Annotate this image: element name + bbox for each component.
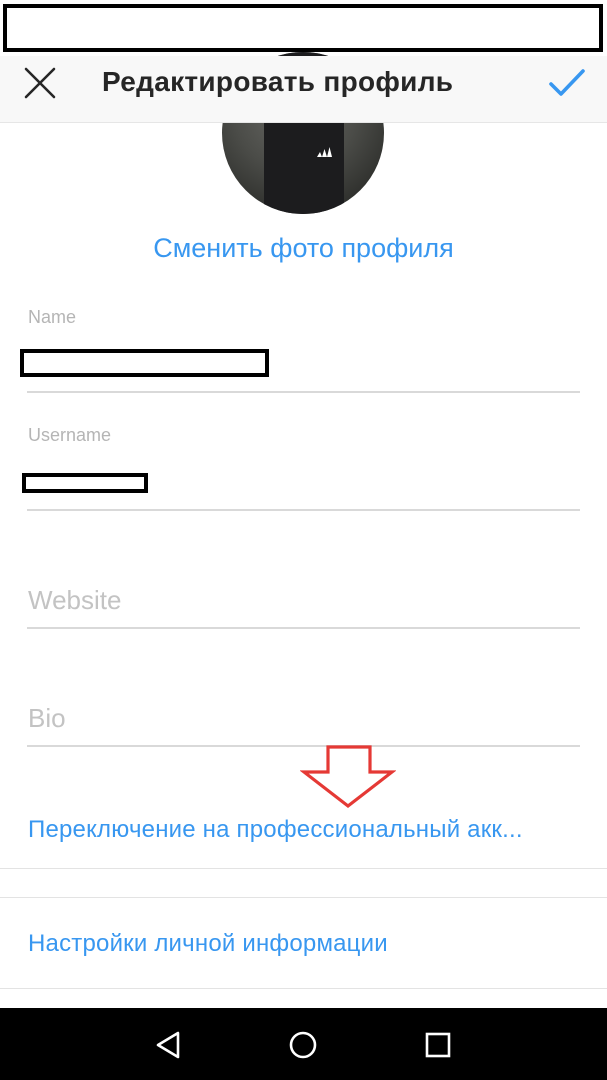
page-title: Редактировать профиль — [102, 66, 454, 97]
section-divider — [0, 868, 607, 869]
home-circle-icon[interactable] — [288, 1030, 318, 1060]
section-divider — [0, 897, 607, 898]
system-navigation-bar — [0, 1008, 607, 1080]
change-profile-photo-link[interactable]: Сменить фото профиля — [0, 233, 607, 264]
status-bar-redaction — [3, 4, 603, 52]
name-field-underline — [27, 391, 580, 393]
check-icon[interactable] — [548, 66, 586, 100]
bio-field[interactable]: Bio — [28, 703, 66, 734]
name-field-label: Name — [28, 307, 77, 327]
personal-info-settings-link[interactable]: Настройки личной информации — [28, 930, 388, 958]
name-field-value-redaction[interactable] — [20, 349, 269, 377]
website-field[interactable]: Website — [28, 585, 121, 616]
username-field-value-redaction[interactable] — [22, 473, 148, 493]
username-field-underline — [27, 509, 580, 511]
top-app-bar: Редактировать профиль — [0, 56, 607, 123]
username-field-label: Username — [28, 425, 112, 445]
close-icon[interactable] — [22, 65, 58, 101]
back-triangle-icon[interactable] — [154, 1030, 184, 1060]
annotation-arrow-down-icon — [300, 745, 396, 809]
website-field-underline — [27, 627, 580, 629]
brand-logo-icon — [317, 147, 332, 157]
switch-to-professional-link[interactable]: Переключение на профессиональный акк... — [28, 816, 523, 844]
recents-square-icon[interactable] — [423, 1030, 453, 1060]
section-divider — [0, 988, 607, 989]
